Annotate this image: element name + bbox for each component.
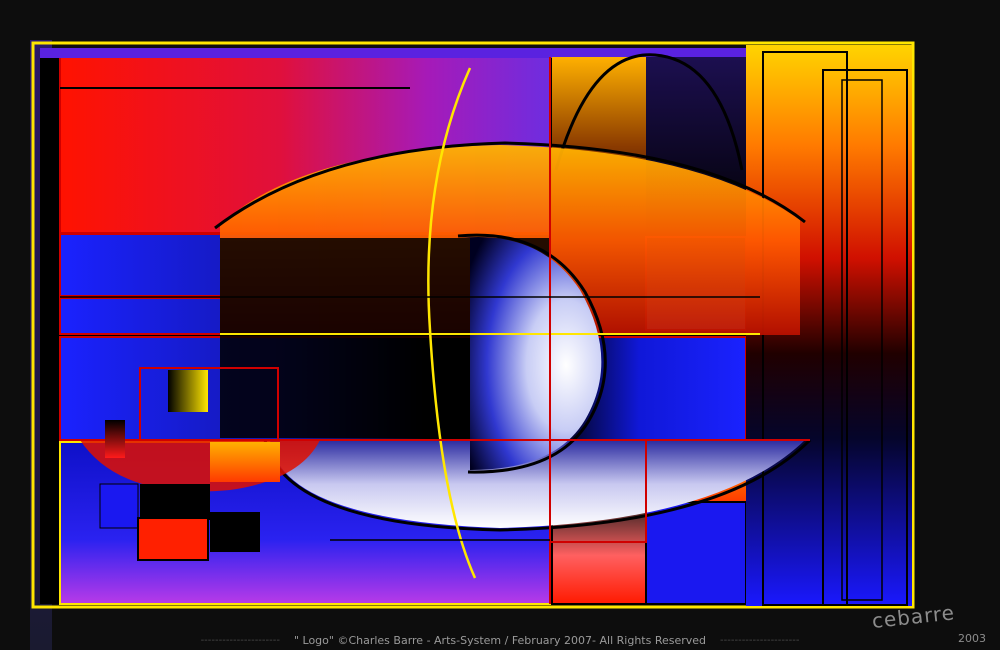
caption-dash-left: ---------------------- <box>200 634 280 646</box>
caption-row: ---------------------- " Logo" ©Charles … <box>0 632 1000 648</box>
caption-dash-right: ---------------------- <box>720 634 800 646</box>
signature-year: 2003 <box>958 632 986 645</box>
blue-square-lower <box>99 483 139 529</box>
red-square-lower <box>137 517 209 561</box>
black-square-lower <box>140 484 210 520</box>
abstract-geometric-artwork <box>0 0 1000 650</box>
copyright-caption: " Logo" ©Charles Barre - Arts-System / F… <box>293 633 707 647</box>
small-red-block <box>105 420 125 458</box>
orange-small-block <box>210 442 280 482</box>
black-square-lower-2 <box>210 512 260 552</box>
yellow-gradient-square <box>168 370 208 412</box>
blue-column-bottom <box>645 501 747 605</box>
